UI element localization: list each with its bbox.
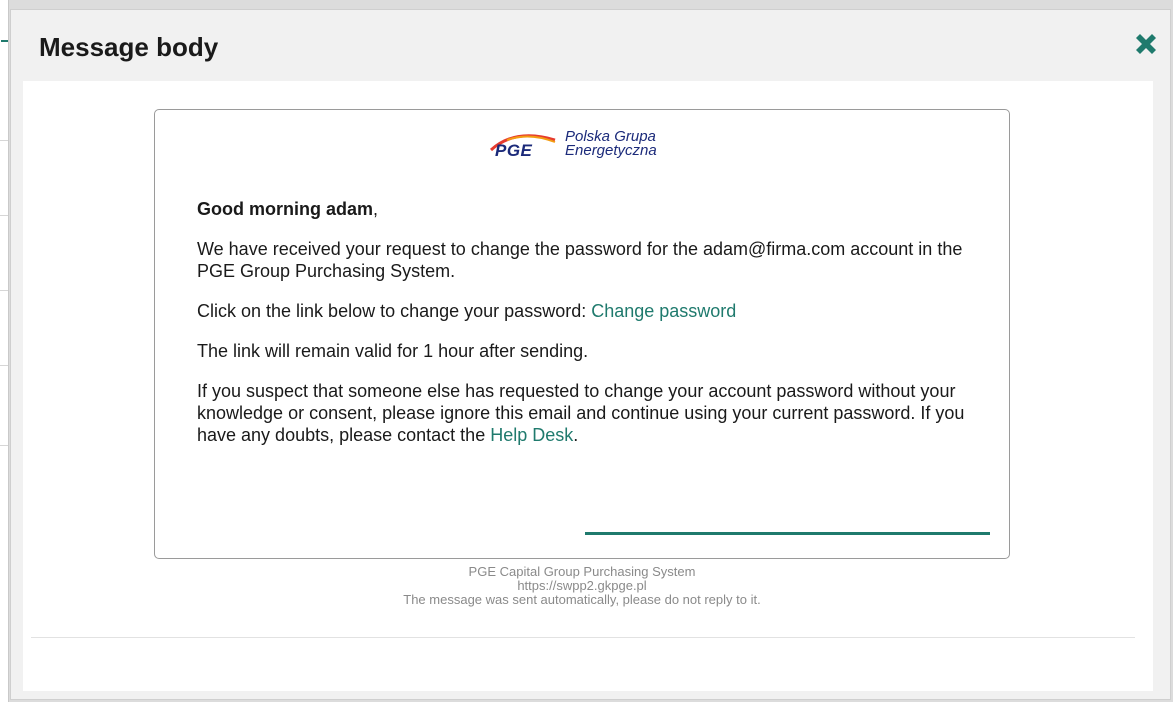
change-password-link[interactable]: Change password bbox=[591, 301, 736, 321]
email-greeting: Good morning adam, bbox=[197, 198, 987, 220]
background-divider bbox=[0, 365, 8, 366]
footer-auto-notice: The message was sent automatically, plea… bbox=[403, 592, 761, 607]
message-body-dialog: Message body PGE Polska Grupa Energetycz… bbox=[10, 9, 1171, 700]
background-page-edge bbox=[0, 0, 9, 702]
email-paragraph-request: We have received your request to change … bbox=[197, 239, 963, 281]
dialog-header: Message body bbox=[11, 10, 1170, 81]
close-icon bbox=[1136, 34, 1156, 54]
email-paragraph-warning: If you suspect that someone else has req… bbox=[197, 380, 987, 446]
card-accent-underline bbox=[585, 532, 990, 535]
pge-logo: PGE Polska Grupa Energetyczna bbox=[485, 128, 695, 168]
warning-end: . bbox=[573, 425, 579, 445]
background-divider bbox=[0, 140, 8, 141]
company-name-line2: Energetyczna bbox=[565, 142, 657, 159]
body-divider bbox=[31, 637, 1135, 638]
background-accent-line bbox=[1, 40, 8, 42]
close-button[interactable] bbox=[1131, 29, 1161, 59]
greeting-name: Good morning adam bbox=[197, 199, 374, 219]
email-content: Good morning adam, We have received your… bbox=[197, 198, 987, 464]
pge-logo-mark: PGE bbox=[495, 141, 533, 160]
email-paragraph-link: Click on the link below to change your p… bbox=[197, 300, 987, 322]
help-desk-link[interactable]: Help Desk bbox=[490, 425, 573, 445]
email-card: PGE Polska Grupa Energetyczna Good morni… bbox=[154, 109, 1010, 559]
footer-system-name: PGE Capital Group Purchasing System bbox=[468, 564, 696, 579]
greeting-comma: , bbox=[373, 199, 379, 219]
warning-text: If you suspect that someone else has req… bbox=[197, 381, 965, 445]
pge-company-name: Polska Grupa Energetyczna bbox=[565, 129, 657, 159]
email-footer: PGE Capital Group Purchasing System http… bbox=[154, 565, 1010, 607]
background-divider bbox=[0, 290, 8, 291]
dialog-title: Message body bbox=[39, 32, 219, 62]
link-intro-text: Click on the link below to change your p… bbox=[197, 301, 592, 321]
email-paragraph-validity: The link will remain valid for 1 hour af… bbox=[197, 341, 589, 361]
dialog-body: PGE Polska Grupa Energetyczna Good morni… bbox=[23, 81, 1153, 691]
background-divider bbox=[0, 215, 8, 216]
footer-url: https://swpp2.gkpge.pl bbox=[517, 578, 647, 593]
background-divider bbox=[0, 445, 8, 446]
